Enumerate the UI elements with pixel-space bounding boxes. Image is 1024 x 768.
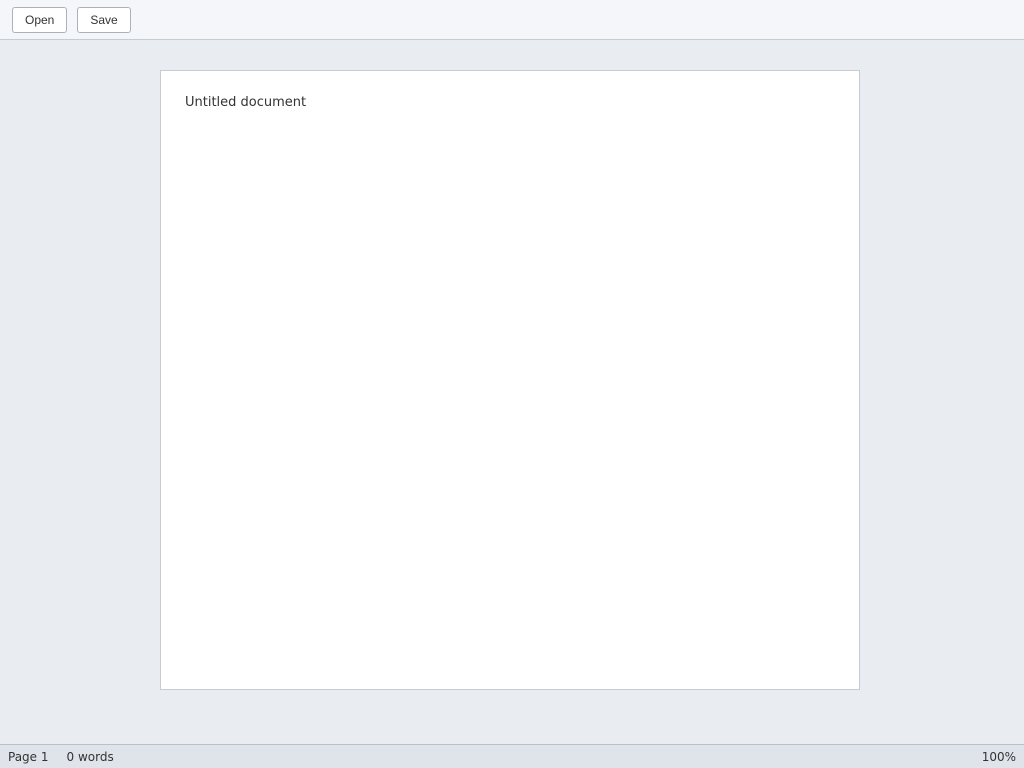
document-page[interactable]: Untitled document (160, 70, 860, 690)
status-bar: Page 1 0 words 100% (0, 744, 1024, 768)
open-button[interactable]: Open (12, 6, 68, 33)
zoom-level[interactable]: 100% (982, 750, 1016, 764)
toolbar: Open Save (0, 0, 1024, 40)
status-words: 0 words (66, 749, 114, 764)
document-text: Untitled document (185, 95, 307, 110)
status-page: Page 1 (8, 749, 49, 764)
save-button[interactable]: Save (77, 6, 131, 33)
